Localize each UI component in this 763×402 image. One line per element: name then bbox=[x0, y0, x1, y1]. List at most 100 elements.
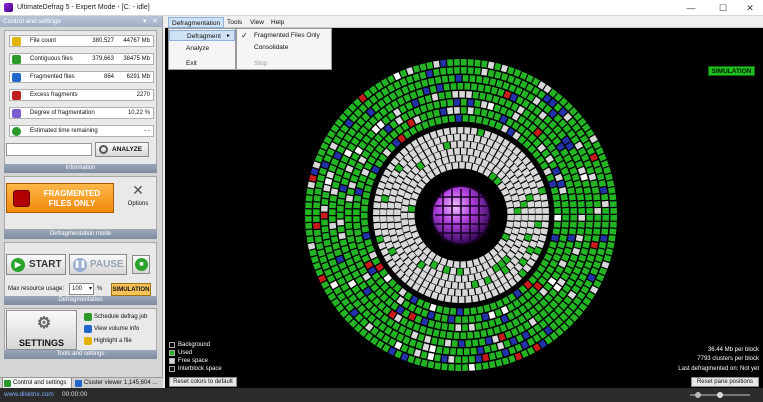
cluster-block bbox=[375, 235, 384, 243]
cluster-block bbox=[574, 241, 582, 249]
cluster-block bbox=[476, 264, 484, 273]
cluster-block bbox=[508, 346, 516, 355]
cluster-block bbox=[533, 227, 541, 235]
cluster-block bbox=[368, 251, 378, 260]
start-button[interactable]: ▶ START bbox=[6, 254, 66, 275]
cluster-block bbox=[323, 239, 331, 247]
cluster-block bbox=[343, 171, 351, 179]
analyze-button[interactable]: ANALYZE bbox=[95, 142, 149, 157]
cluster-block bbox=[438, 92, 445, 100]
cluster-block bbox=[402, 336, 411, 345]
reset-colors-button[interactable]: Reset colors to default bbox=[169, 377, 237, 387]
cluster-block bbox=[583, 187, 592, 194]
cluster-block bbox=[568, 228, 577, 235]
menu-help[interactable]: Help bbox=[268, 17, 287, 28]
max-resource-select[interactable]: 100 bbox=[69, 283, 94, 295]
cluster-block bbox=[488, 311, 496, 319]
cluster-block bbox=[438, 279, 446, 287]
cluster-block bbox=[528, 180, 537, 189]
cluster-block bbox=[388, 195, 396, 203]
menu-view[interactable]: View bbox=[247, 17, 267, 28]
cluster-block bbox=[358, 156, 367, 165]
panel-close-icon[interactable]: ✕ bbox=[152, 16, 158, 27]
cluster-block bbox=[394, 350, 403, 359]
cluster-block bbox=[468, 274, 475, 282]
stop-button[interactable]: ■ bbox=[132, 255, 150, 274]
minimize-button[interactable]: — bbox=[676, 0, 706, 16]
cluster-block bbox=[448, 288, 455, 296]
cluster-block bbox=[476, 75, 483, 84]
cluster-block bbox=[477, 346, 484, 354]
disk-map[interactable] bbox=[165, 28, 763, 376]
cluster-block bbox=[330, 280, 339, 289]
cluster-block bbox=[560, 193, 568, 201]
maximize-button[interactable]: ☐ bbox=[708, 0, 738, 16]
highlight-file-link[interactable]: Highlight a file bbox=[84, 336, 132, 346]
cluster-block bbox=[401, 219, 409, 226]
menu-item-consolidate[interactable]: Consolidate bbox=[237, 42, 331, 53]
cluster-block bbox=[323, 154, 332, 163]
cluster-block bbox=[368, 171, 377, 180]
legend-free-space: Free space bbox=[169, 357, 208, 365]
cluster-block bbox=[355, 236, 363, 243]
cluster-block bbox=[543, 167, 552, 176]
cluster-block bbox=[514, 352, 523, 361]
simulation-toggle[interactable]: SIMULATION bbox=[111, 283, 151, 296]
fragmented-mode-icon bbox=[13, 190, 30, 207]
cluster-block bbox=[455, 115, 462, 122]
options-button[interactable]: ✕ Options bbox=[122, 182, 154, 222]
cluster-block bbox=[419, 113, 428, 122]
cluster-block bbox=[415, 341, 423, 350]
cluster-block bbox=[371, 165, 380, 174]
stat-contiguous-files: Contiguous files 379,663 38475 Mb bbox=[9, 53, 154, 65]
cluster-block bbox=[341, 245, 350, 253]
cluster-block bbox=[394, 209, 401, 215]
menu-defragmentation[interactable]: Defragmentation bbox=[168, 17, 225, 28]
menu-item-defragment[interactable]: Defragment ▸ bbox=[169, 30, 235, 41]
zoom-slider[interactable] bbox=[690, 392, 750, 398]
cluster-block bbox=[588, 248, 597, 256]
cluster-block bbox=[437, 338, 445, 346]
cluster-block bbox=[588, 173, 597, 181]
menu-item-fragmented-files-only[interactable]: ✓ Fragmented Files Only bbox=[237, 30, 331, 41]
panel-pin-icon[interactable]: ▾ bbox=[143, 16, 147, 27]
menu-item-analyze[interactable]: Analyze bbox=[169, 43, 235, 54]
cluster-block bbox=[328, 164, 337, 173]
cluster-block bbox=[555, 247, 564, 256]
cluster-block bbox=[493, 104, 501, 113]
close-button[interactable]: ✕ bbox=[735, 0, 763, 16]
cluster-block bbox=[433, 109, 440, 117]
cluster-block bbox=[479, 151, 488, 160]
degree-icon bbox=[12, 109, 21, 118]
cluster-block bbox=[538, 187, 547, 195]
cluster-block bbox=[436, 129, 444, 137]
cluster-block bbox=[462, 75, 469, 82]
menu-item-exit[interactable]: Exit bbox=[169, 58, 235, 69]
fragmented-files-only-button[interactable]: FRAGMENTED FILES ONLY bbox=[6, 183, 114, 213]
menu-item-stop[interactable]: Stop bbox=[237, 58, 331, 69]
cluster-block bbox=[467, 134, 474, 142]
cluster-block bbox=[548, 161, 558, 169]
cluster-block bbox=[375, 188, 384, 196]
menu-tools[interactable]: Tools bbox=[224, 17, 245, 28]
settings-button[interactable]: ⚙ SETTINGS bbox=[6, 310, 77, 350]
cluster-block bbox=[459, 91, 465, 98]
reset-panes-button[interactable]: Reset pane positions bbox=[691, 377, 759, 387]
schedule-defrag-link[interactable]: Schedule defrag job bbox=[84, 312, 147, 322]
cluster-block bbox=[455, 364, 461, 371]
view-volume-info-link[interactable]: View volume info bbox=[84, 324, 139, 334]
panel-tabs: Control and settings Cluster viewer 1,14… bbox=[0, 377, 163, 389]
cluster-block bbox=[461, 67, 467, 74]
cluster-block bbox=[313, 216, 320, 222]
cluster-block bbox=[474, 107, 481, 116]
cluster-block bbox=[343, 149, 353, 158]
cluster-block bbox=[439, 330, 447, 338]
pause-button[interactable]: ❚❚ PAUSE bbox=[69, 254, 127, 275]
cluster-block bbox=[332, 136, 342, 145]
drive-path-input[interactable] bbox=[6, 143, 92, 156]
cluster-block bbox=[401, 112, 410, 122]
cluster-block bbox=[397, 188, 406, 197]
cluster-block bbox=[391, 100, 400, 109]
cluster-block bbox=[550, 187, 559, 195]
website-link[interactable]: www.disktrix.com bbox=[4, 388, 54, 402]
